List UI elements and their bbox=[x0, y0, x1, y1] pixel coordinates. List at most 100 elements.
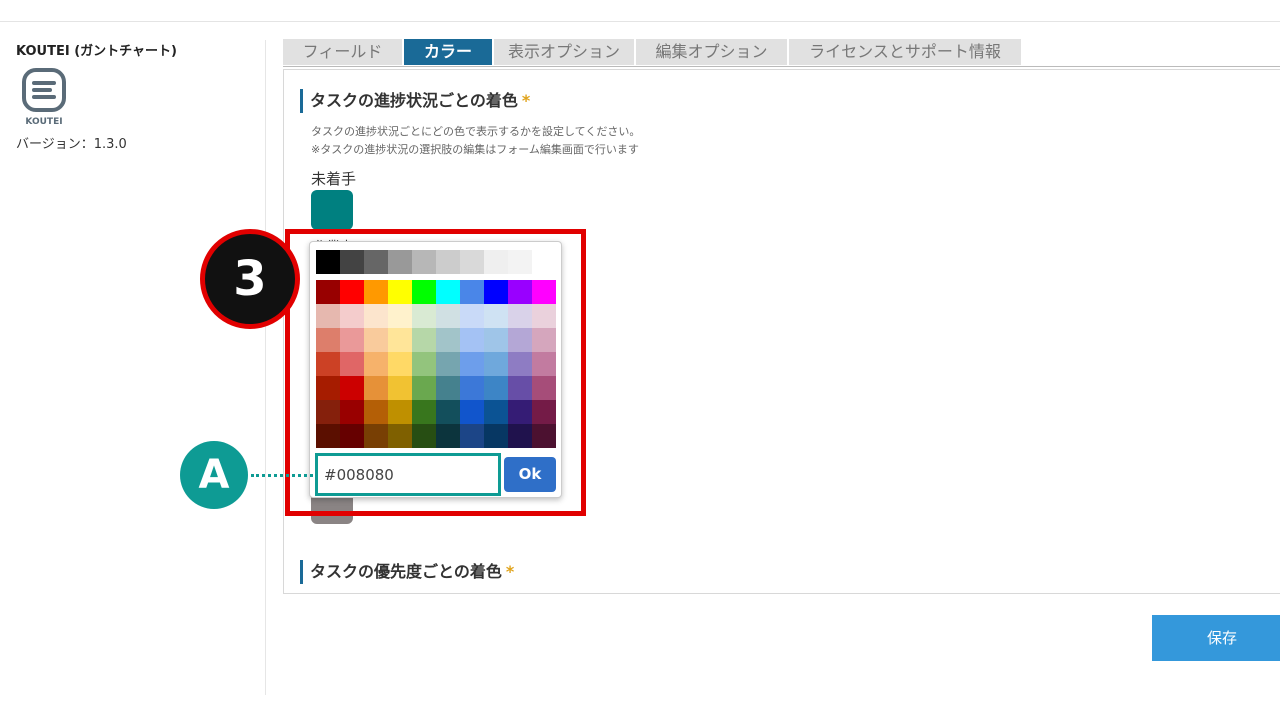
status-label-not-started: 未着手 bbox=[311, 170, 357, 188]
palette-swatch-0-1[interactable] bbox=[340, 280, 364, 304]
palette-swatch-4-9[interactable] bbox=[532, 376, 556, 400]
palette-swatch-3-5[interactable] bbox=[436, 352, 460, 376]
palette-swatch-3-3[interactable] bbox=[388, 352, 412, 376]
palette-swatch-6-4[interactable] bbox=[412, 424, 436, 448]
gray-swatch-0[interactable] bbox=[316, 250, 340, 274]
palette-swatch-6-8[interactable] bbox=[508, 424, 532, 448]
palette-swatch-6-2[interactable] bbox=[364, 424, 388, 448]
palette-swatch-6-6[interactable] bbox=[460, 424, 484, 448]
palette-swatch-1-7[interactable] bbox=[484, 304, 508, 328]
logo-text: KOUTEI bbox=[25, 117, 62, 127]
gray-swatch-8[interactable] bbox=[508, 250, 532, 274]
palette-swatch-3-0[interactable] bbox=[316, 352, 340, 376]
marker-dotted-line bbox=[251, 474, 313, 477]
palette-swatch-2-8[interactable] bbox=[508, 328, 532, 352]
palette-swatch-1-5[interactable] bbox=[436, 304, 460, 328]
tab-edit-options[interactable]: 編集オプション bbox=[636, 39, 787, 65]
palette-swatch-1-3[interactable] bbox=[388, 304, 412, 328]
palette-swatch-1-1[interactable] bbox=[340, 304, 364, 328]
palette-swatch-4-3[interactable] bbox=[388, 376, 412, 400]
palette-swatch-2-0[interactable] bbox=[316, 328, 340, 352]
palette-swatch-1-8[interactable] bbox=[508, 304, 532, 328]
palette-swatch-5-4[interactable] bbox=[412, 400, 436, 424]
palette-swatch-2-4[interactable] bbox=[412, 328, 436, 352]
tab-field[interactable]: フィールド bbox=[283, 39, 402, 65]
gray-swatch-5[interactable] bbox=[436, 250, 460, 274]
palette-swatch-1-2[interactable] bbox=[364, 304, 388, 328]
palette-swatch-5-0[interactable] bbox=[316, 400, 340, 424]
palette-swatch-2-9[interactable] bbox=[532, 328, 556, 352]
palette-swatch-6-1[interactable] bbox=[340, 424, 364, 448]
gray-swatch-4[interactable] bbox=[412, 250, 436, 274]
palette-swatch-5-8[interactable] bbox=[508, 400, 532, 424]
gray-swatch-2[interactable] bbox=[364, 250, 388, 274]
color-swatch-not-started[interactable] bbox=[311, 190, 353, 230]
palette-swatch-3-6[interactable] bbox=[460, 352, 484, 376]
palette-swatch-1-0[interactable] bbox=[316, 304, 340, 328]
palette-swatch-3-4[interactable] bbox=[412, 352, 436, 376]
palette-swatch-5-1[interactable] bbox=[340, 400, 364, 424]
palette-swatch-2-5[interactable] bbox=[436, 328, 460, 352]
palette-swatch-4-6[interactable] bbox=[460, 376, 484, 400]
palette-swatch-3-7[interactable] bbox=[484, 352, 508, 376]
palette-swatch-4-1[interactable] bbox=[340, 376, 364, 400]
palette-swatch-3-1[interactable] bbox=[340, 352, 364, 376]
palette-swatch-0-7[interactable] bbox=[484, 280, 508, 304]
tab-display-options[interactable]: 表示オプション bbox=[494, 39, 634, 65]
section-title-priority-text: タスクの優先度ごとの着色 bbox=[310, 562, 502, 581]
status-description-2: ※タスクの進捗状況の選択肢の編集はフォーム編集画面で行います bbox=[311, 143, 639, 156]
palette-swatch-3-9[interactable] bbox=[532, 352, 556, 376]
palette-swatch-0-8[interactable] bbox=[508, 280, 532, 304]
palette-swatch-4-0[interactable] bbox=[316, 376, 340, 400]
required-mark: * bbox=[521, 91, 531, 110]
palette-swatch-4-7[interactable] bbox=[484, 376, 508, 400]
palette-swatch-0-5[interactable] bbox=[436, 280, 460, 304]
palette-swatch-3-8[interactable] bbox=[508, 352, 532, 376]
top-divider bbox=[0, 21, 1280, 22]
section-title-status-text: タスクの進捗状況ごとの着色 bbox=[310, 91, 518, 110]
gray-swatch-6[interactable] bbox=[460, 250, 484, 274]
palette-swatch-5-3[interactable] bbox=[388, 400, 412, 424]
app-version: バージョン：1.3.0 bbox=[16, 137, 127, 152]
palette-swatch-3-2[interactable] bbox=[364, 352, 388, 376]
palette-swatch-6-7[interactable] bbox=[484, 424, 508, 448]
palette-swatch-4-4[interactable] bbox=[412, 376, 436, 400]
palette-swatch-5-6[interactable] bbox=[460, 400, 484, 424]
palette-swatch-6-3[interactable] bbox=[388, 424, 412, 448]
palette-swatch-2-1[interactable] bbox=[340, 328, 364, 352]
settings-tabs: フィールド カラー 表示オプション 編集オプション ライセンスとサポート情報 bbox=[283, 39, 1023, 65]
save-button[interactable]: 保存 bbox=[1152, 615, 1280, 661]
palette-swatch-1-6[interactable] bbox=[460, 304, 484, 328]
palette-swatch-2-7[interactable] bbox=[484, 328, 508, 352]
gray-swatch-3[interactable] bbox=[388, 250, 412, 274]
palette-swatch-2-3[interactable] bbox=[388, 328, 412, 352]
palette-swatch-5-2[interactable] bbox=[364, 400, 388, 424]
palette-swatch-0-4[interactable] bbox=[412, 280, 436, 304]
palette-swatch-5-5[interactable] bbox=[436, 400, 460, 424]
hex-color-input[interactable] bbox=[315, 453, 501, 496]
palette-swatch-5-7[interactable] bbox=[484, 400, 508, 424]
palette-swatch-4-5[interactable] bbox=[436, 376, 460, 400]
palette-swatch-6-9[interactable] bbox=[532, 424, 556, 448]
palette-swatch-0-6[interactable] bbox=[460, 280, 484, 304]
palette-swatch-6-0[interactable] bbox=[316, 424, 340, 448]
palette-swatch-0-3[interactable] bbox=[388, 280, 412, 304]
tab-license-support[interactable]: ライセンスとサポート情報 bbox=[789, 39, 1021, 65]
gray-swatch-7[interactable] bbox=[484, 250, 508, 274]
palette-swatch-1-4[interactable] bbox=[412, 304, 436, 328]
gray-swatch-1[interactable] bbox=[340, 250, 364, 274]
marker-a-badge: A bbox=[180, 441, 248, 509]
gray-swatch-9[interactable] bbox=[532, 250, 556, 274]
palette-swatch-1-9[interactable] bbox=[532, 304, 556, 328]
palette-swatch-0-2[interactable] bbox=[364, 280, 388, 304]
palette-swatch-4-8[interactable] bbox=[508, 376, 532, 400]
ok-button[interactable]: Ok bbox=[504, 457, 556, 492]
palette-swatch-2-2[interactable] bbox=[364, 328, 388, 352]
palette-swatch-2-6[interactable] bbox=[460, 328, 484, 352]
palette-swatch-0-0[interactable] bbox=[316, 280, 340, 304]
tab-color[interactable]: カラー bbox=[404, 39, 492, 65]
palette-swatch-4-2[interactable] bbox=[364, 376, 388, 400]
palette-swatch-6-5[interactable] bbox=[436, 424, 460, 448]
palette-swatch-5-9[interactable] bbox=[532, 400, 556, 424]
palette-swatch-0-9[interactable] bbox=[532, 280, 556, 304]
